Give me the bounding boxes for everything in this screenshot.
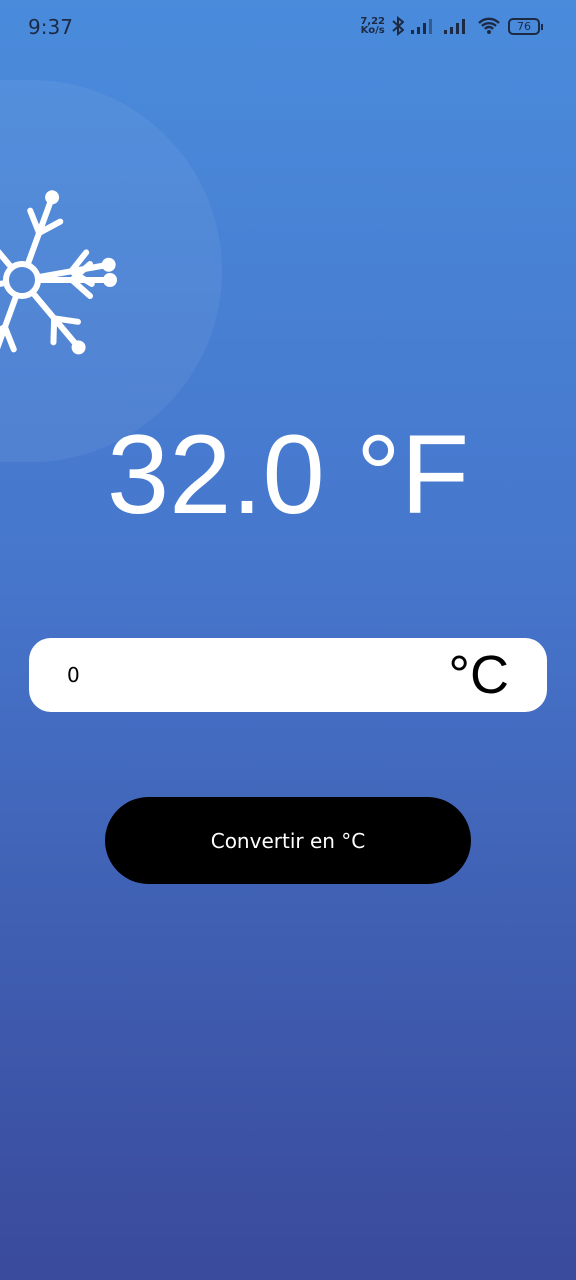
celsius-input[interactable]: 0 °C	[29, 638, 547, 712]
status-bar: 9:37 7,22 Ko/s 76	[0, 0, 576, 54]
convert-button[interactable]: Convertir en °C	[105, 797, 471, 884]
net-speed-unit: Ko/s	[360, 25, 385, 36]
signal-icon	[411, 19, 432, 34]
wifi-icon	[478, 17, 500, 34]
result-temperature: 32.0 °F	[106, 412, 470, 537]
bluetooth-icon	[392, 16, 404, 36]
unit-label: °C	[448, 645, 509, 705]
signal-icon-2	[444, 19, 465, 34]
network-speed: 7,22 Ko/s	[360, 17, 385, 36]
battery-indicator: 76	[508, 17, 543, 35]
snowflake-icon	[0, 170, 130, 370]
clock: 9:37	[28, 15, 73, 39]
input-value[interactable]: 0	[67, 663, 80, 687]
